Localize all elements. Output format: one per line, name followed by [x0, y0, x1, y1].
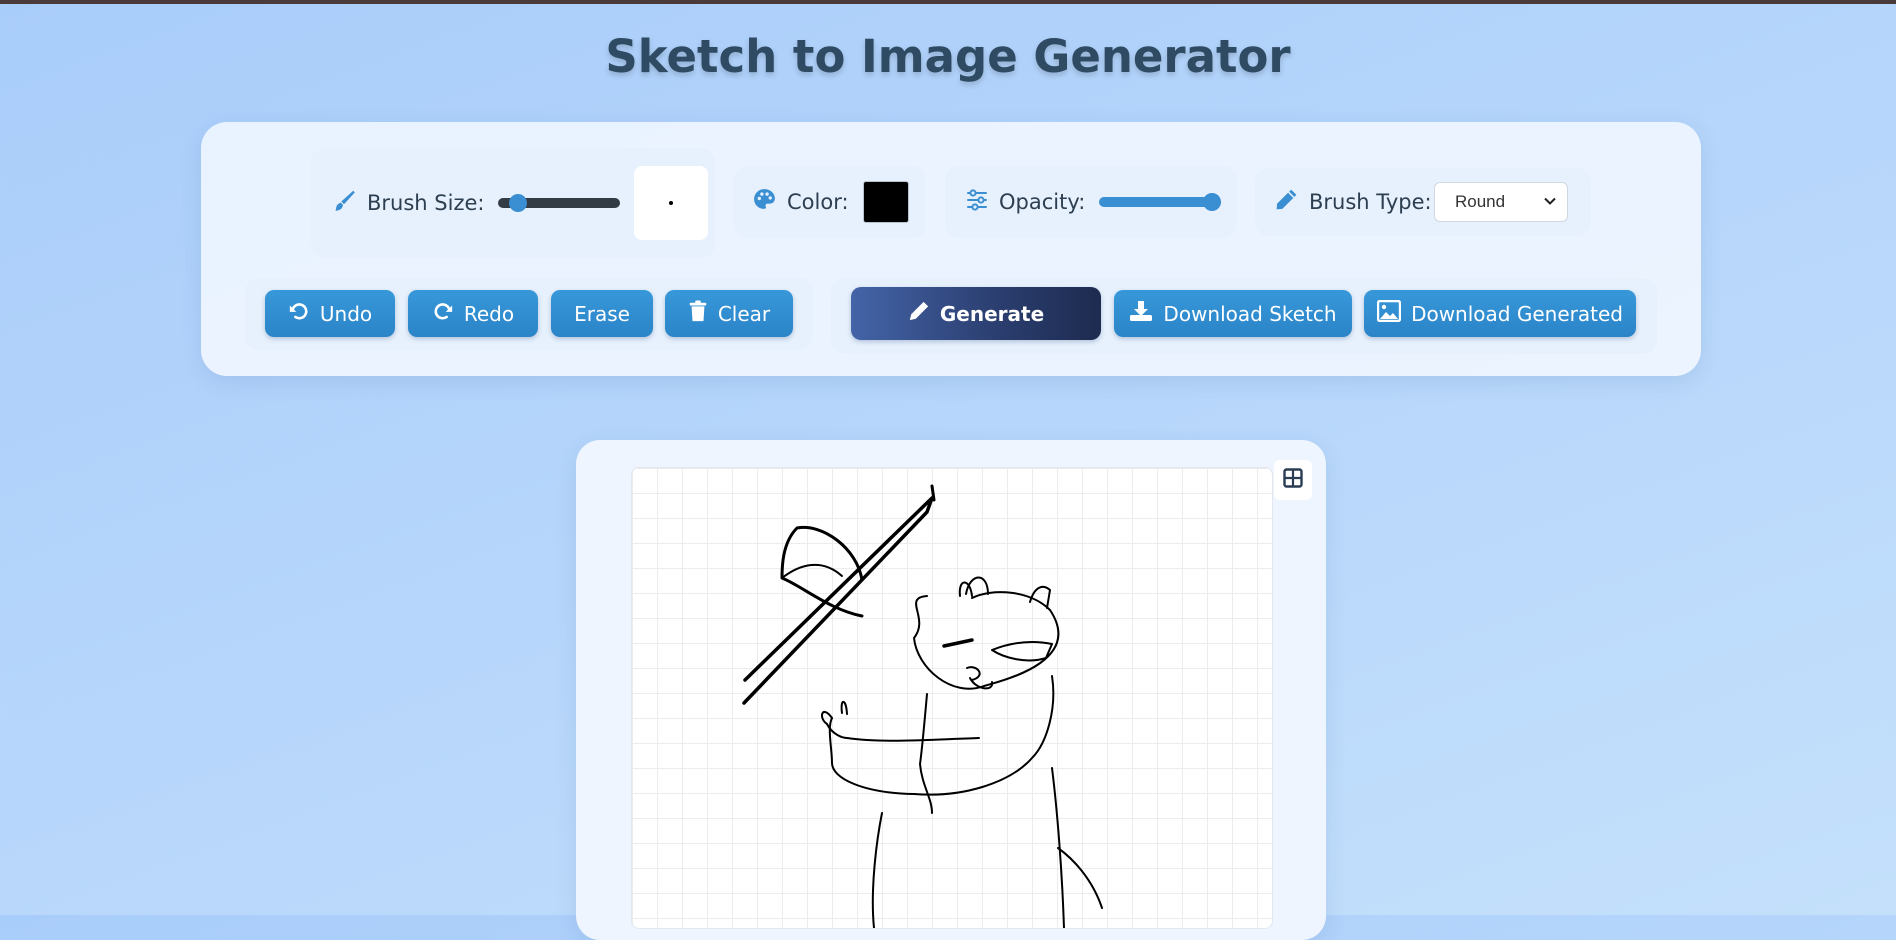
- brush-size-slider[interactable]: [498, 194, 621, 212]
- undo-icon: [288, 300, 310, 327]
- download-generated-label: Download Generated: [1411, 301, 1623, 326]
- brush-type-selected: Round: [1455, 192, 1506, 211]
- generate-button[interactable]: Generate: [851, 287, 1101, 340]
- brush-preview: [634, 166, 709, 240]
- color-swatch[interactable]: [862, 181, 909, 223]
- grid-toggle-button[interactable]: [1274, 460, 1312, 500]
- paintbrush-icon: [331, 188, 357, 219]
- redo-label: Redo: [463, 301, 515, 326]
- download-icon: [1129, 300, 1153, 327]
- download-generated-button[interactable]: Download Generated: [1364, 290, 1636, 337]
- undo-label: Undo: [319, 301, 373, 326]
- opacity-slider[interactable]: [1099, 193, 1222, 211]
- download-sketch-label: Download Sketch: [1163, 301, 1337, 326]
- chevron-down-icon: [1543, 193, 1557, 213]
- opacity-label: Opacity:: [999, 190, 1086, 214]
- brush-type-label: Brush Type:: [1309, 190, 1432, 214]
- grid-icon: [1283, 467, 1303, 493]
- redo-icon: [432, 300, 454, 327]
- clear-label: Clear: [717, 301, 771, 326]
- erase-button[interactable]: Erase: [551, 290, 653, 337]
- generate-label: Generate: [939, 301, 1045, 326]
- redo-button[interactable]: Redo: [408, 290, 538, 337]
- sliders-icon: [965, 188, 989, 217]
- brush-preview-dot: [669, 201, 674, 205]
- image-icon: [1376, 299, 1402, 327]
- color-group: Color:: [734, 166, 926, 238]
- undo-button[interactable]: Undo: [265, 290, 395, 337]
- palette-icon: [752, 187, 777, 217]
- brush-type-select[interactable]: Round: [1434, 182, 1568, 222]
- page-title: Sketch to Image Generator: [605, 30, 1291, 83]
- brush-size-group: Brush Size:: [311, 148, 715, 258]
- opacity-thumb[interactable]: [1203, 193, 1222, 211]
- pencil-icon: [1274, 187, 1299, 217]
- sketch-drawing: [742, 484, 1103, 928]
- drawing-canvas[interactable]: [631, 467, 1273, 929]
- download-sketch-button[interactable]: Download Sketch: [1114, 290, 1352, 337]
- clear-button[interactable]: Clear: [665, 290, 793, 337]
- pencil-icon: [908, 300, 930, 327]
- top-border: [0, 0, 1896, 4]
- brush-size-label: Brush Size:: [367, 191, 485, 215]
- opacity-group: Opacity:: [945, 166, 1237, 238]
- erase-label: Erase: [574, 301, 630, 326]
- color-label: Color:: [787, 190, 849, 214]
- brush-size-thumb[interactable]: [508, 194, 527, 212]
- trash-icon: [688, 300, 708, 327]
